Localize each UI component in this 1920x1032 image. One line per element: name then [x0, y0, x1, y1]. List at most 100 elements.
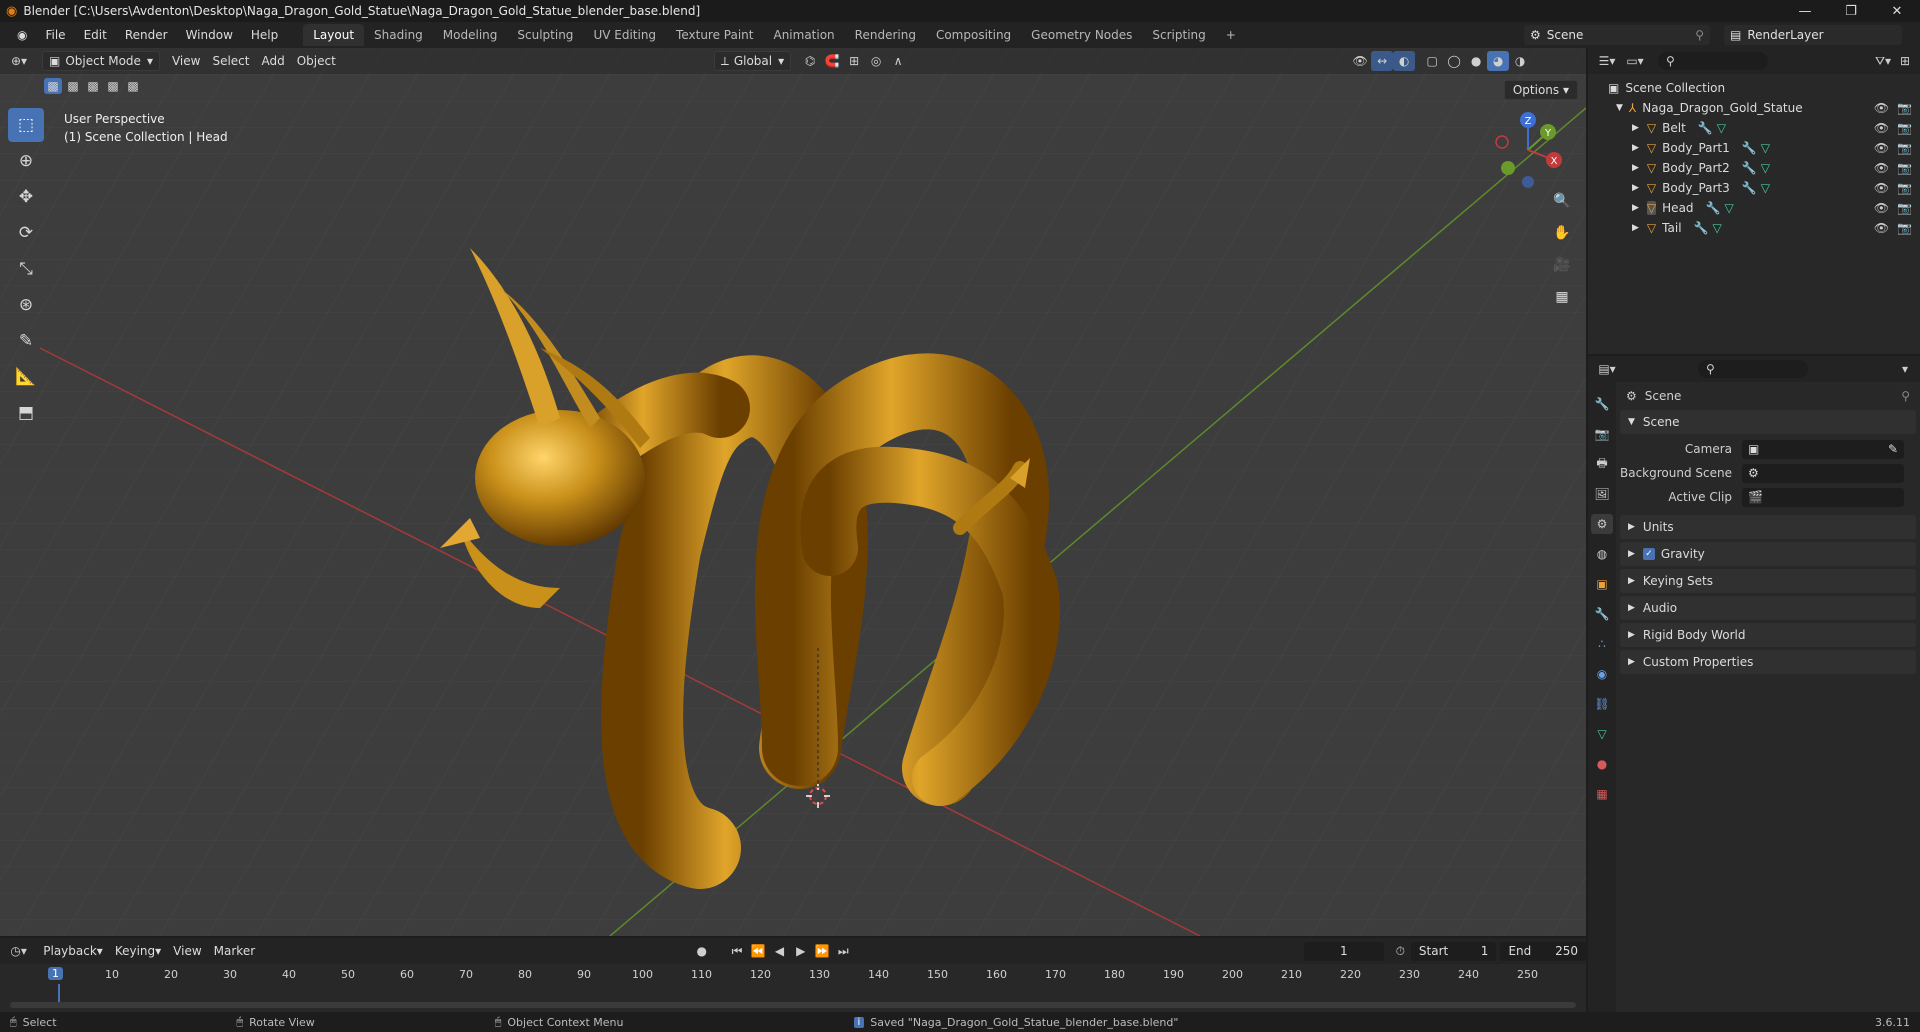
tab-texture-paint[interactable]: Texture Paint — [666, 24, 763, 46]
3d-viewport[interactable]: ⊕▾ ▣ Object Mode ▾ View Select Add Objec… — [0, 48, 1586, 936]
eye-icon[interactable]: 👁 — [1874, 201, 1889, 215]
world-tab-icon[interactable]: ◍ — [1591, 544, 1613, 564]
add-cube-tool-icon[interactable]: ⬒ — [8, 396, 44, 430]
play-icon[interactable]: ▶ — [790, 941, 811, 961]
properties-editor-icon[interactable]: ▤▾ — [1596, 359, 1618, 379]
outliner-item-belt[interactable]: ▶ ▽ Belt 🔧 ▽ 👁 📷 — [1588, 118, 1920, 138]
view-layer-selector[interactable]: ▤ RenderLayer — [1724, 25, 1902, 45]
select-extend-icon[interactable]: ▩ — [64, 78, 82, 94]
collapse-arrow-icon[interactable]: ▶ — [1632, 163, 1639, 173]
outliner-search-input[interactable]: ⚲ — [1658, 52, 1768, 70]
blender-menu-icon[interactable]: ◉ — [8, 28, 36, 42]
render-camera-icon[interactable]: 📷 — [1897, 161, 1912, 175]
camera-field[interactable]: ▣ ✎ — [1742, 439, 1904, 459]
scale-tool-icon[interactable]: ⤡ — [8, 252, 44, 286]
render-camera-icon[interactable]: 📷 — [1897, 141, 1912, 155]
data-tab-icon[interactable]: ▽ — [1591, 724, 1613, 744]
select-intersect-icon[interactable]: ▩ — [124, 78, 142, 94]
rotate-tool-icon[interactable]: ⟳ — [8, 216, 44, 250]
timeline-menu-keying[interactable]: Keying ▾ — [109, 941, 167, 961]
cursor-tool-icon[interactable]: ⊕ — [8, 144, 44, 178]
snap-icon[interactable]: 🧲 — [821, 51, 843, 71]
render-camera-icon[interactable]: 📷 — [1897, 101, 1912, 115]
close-button[interactable]: ✕ — [1874, 0, 1920, 22]
viewport-menu-add[interactable]: Add — [255, 51, 290, 71]
rigid-body-world-panel[interactable]: ▶ Rigid Body World — [1620, 623, 1916, 647]
new-collection-icon[interactable]: ⊞ — [1894, 51, 1916, 71]
measure-tool-icon[interactable]: 📐 — [8, 360, 44, 394]
expand-arrow-icon[interactable]: ▼ — [1616, 103, 1623, 113]
navigation-gizmo[interactable]: Z Y X — [1488, 110, 1568, 190]
physics-tab-icon[interactable]: ◉ — [1591, 664, 1613, 684]
material-tab-icon[interactable]: ● — [1591, 754, 1613, 774]
outliner-item-tail[interactable]: ▶ ▽ Tail 🔧 ▽ 👁 📷 — [1588, 218, 1920, 238]
ortho-grid-icon[interactable]: ▦ — [1548, 284, 1576, 310]
tab-modeling[interactable]: Modeling — [433, 24, 508, 46]
active-clip-field[interactable]: 🎬 — [1742, 487, 1904, 507]
menu-window[interactable]: Window — [177, 28, 242, 42]
start-frame-field[interactable]: Start 1 — [1410, 941, 1497, 961]
modifier-tab-icon[interactable]: 🔧 — [1591, 604, 1613, 624]
collapse-arrow-icon[interactable]: ▶ — [1632, 183, 1639, 193]
select-subtract-icon[interactable]: ▩ — [84, 78, 102, 94]
outliner-item-body-part2[interactable]: ▶ ▽ Body_Part2 🔧 ▽ 👁 📷 — [1588, 158, 1920, 178]
eye-icon[interactable]: 👁 — [1874, 141, 1889, 155]
outliner-item-head[interactable]: ▶ ▽ Head 🔧 ▽ 👁 📷 — [1588, 198, 1920, 218]
jump-end-icon[interactable]: ⏭ — [833, 941, 854, 961]
add-workspace-icon[interactable]: + — [1216, 24, 1246, 46]
outliner-item-body-part3[interactable]: ▶ ▽ Body_Part3 🔧 ▽ 👁 📷 — [1588, 178, 1920, 198]
outliner-scene-collection[interactable]: ▣ Scene Collection — [1588, 78, 1920, 98]
eye-icon[interactable]: 👁 — [1874, 221, 1889, 235]
tab-compositing[interactable]: Compositing — [926, 24, 1021, 46]
select-new-icon[interactable]: ▩ — [44, 78, 62, 94]
options-dropdown[interactable]: Options ▾ — [1503, 80, 1578, 100]
eye-icon[interactable]: 👁 — [1874, 181, 1889, 195]
particles-tab-icon[interactable]: ∴ — [1591, 634, 1613, 654]
tab-uv-editing[interactable]: UV Editing — [583, 24, 666, 46]
tab-shading[interactable]: Shading — [364, 24, 433, 46]
jump-start-icon[interactable]: ⏮ — [726, 941, 747, 961]
scene-panel-header[interactable]: ▼ Scene — [1620, 410, 1916, 434]
menu-file[interactable]: File — [36, 28, 74, 42]
pivot-icon[interactable]: ⌬ — [799, 51, 821, 71]
preview-range-icon[interactable]: ⏱ — [1390, 941, 1411, 961]
render-camera-icon[interactable]: 📷 — [1897, 181, 1912, 195]
current-frame-marker[interactable]: 1 — [48, 967, 63, 980]
orientation-dropdown[interactable]: ⟂ Global ▾ — [713, 51, 792, 71]
eye-icon[interactable]: 👁 — [1874, 161, 1889, 175]
timeline-menu-playback[interactable]: Playback ▾ — [37, 941, 109, 961]
rendered-shading-icon[interactable]: ◑ — [1509, 51, 1531, 71]
render-camera-icon[interactable]: 📷 — [1897, 201, 1912, 215]
properties-search-input[interactable]: ⚲ — [1698, 360, 1808, 378]
collapse-arrow-icon[interactable]: ▶ — [1632, 123, 1639, 133]
collapse-arrow-icon[interactable]: ▶ — [1632, 203, 1639, 213]
falloff-icon[interactable]: ∧ — [887, 51, 909, 71]
texture-tab-icon[interactable]: ▦ — [1591, 784, 1613, 804]
current-frame-field[interactable]: 1 — [1303, 941, 1384, 961]
properties-options-icon[interactable]: ▾ — [1894, 359, 1916, 379]
scene-selector[interactable]: ⚙ Scene ⚲ — [1524, 25, 1710, 45]
units-panel[interactable]: ▶ Units — [1620, 515, 1916, 539]
menu-render[interactable]: Render — [116, 28, 177, 42]
pin-icon[interactable]: ⚲ — [1901, 389, 1910, 403]
constraints-tab-icon[interactable]: ⛓ — [1591, 694, 1613, 714]
outliner-editor-icon[interactable]: ☰▾ — [1596, 51, 1618, 71]
render-camera-icon[interactable]: 📷 — [1897, 121, 1912, 135]
snap-target-icon[interactable]: ⊞ — [843, 51, 865, 71]
output-tab-icon[interactable]: 🖶 — [1591, 454, 1613, 474]
prev-keyframe-icon[interactable]: ⏪ — [748, 941, 769, 961]
custom-properties-panel[interactable]: ▶ Custom Properties — [1620, 650, 1916, 674]
record-icon[interactable]: ● — [691, 941, 712, 961]
zoom-icon[interactable]: 🔍 — [1548, 188, 1576, 214]
annotate-tool-icon[interactable]: ✎ — [8, 324, 44, 358]
tab-geometry-nodes[interactable]: Geometry Nodes — [1021, 24, 1142, 46]
background-scene-field[interactable]: ⚙ — [1742, 463, 1904, 483]
eyedropper-icon[interactable]: ✎ — [1888, 442, 1898, 456]
gravity-checkbox[interactable]: ✓ — [1642, 548, 1655, 560]
outliner-item-body-part1[interactable]: ▶ ▽ Body_Part1 🔧 ▽ 👁 📷 — [1588, 138, 1920, 158]
timeline-menu-marker[interactable]: Marker — [208, 941, 261, 961]
collapse-arrow-icon[interactable]: ▶ — [1632, 143, 1639, 153]
editor-type-icon[interactable]: ⊕▾ — [8, 51, 30, 71]
object-tab-icon[interactable]: ▣ — [1591, 574, 1613, 594]
render-camera-icon[interactable]: 📷 — [1897, 221, 1912, 235]
